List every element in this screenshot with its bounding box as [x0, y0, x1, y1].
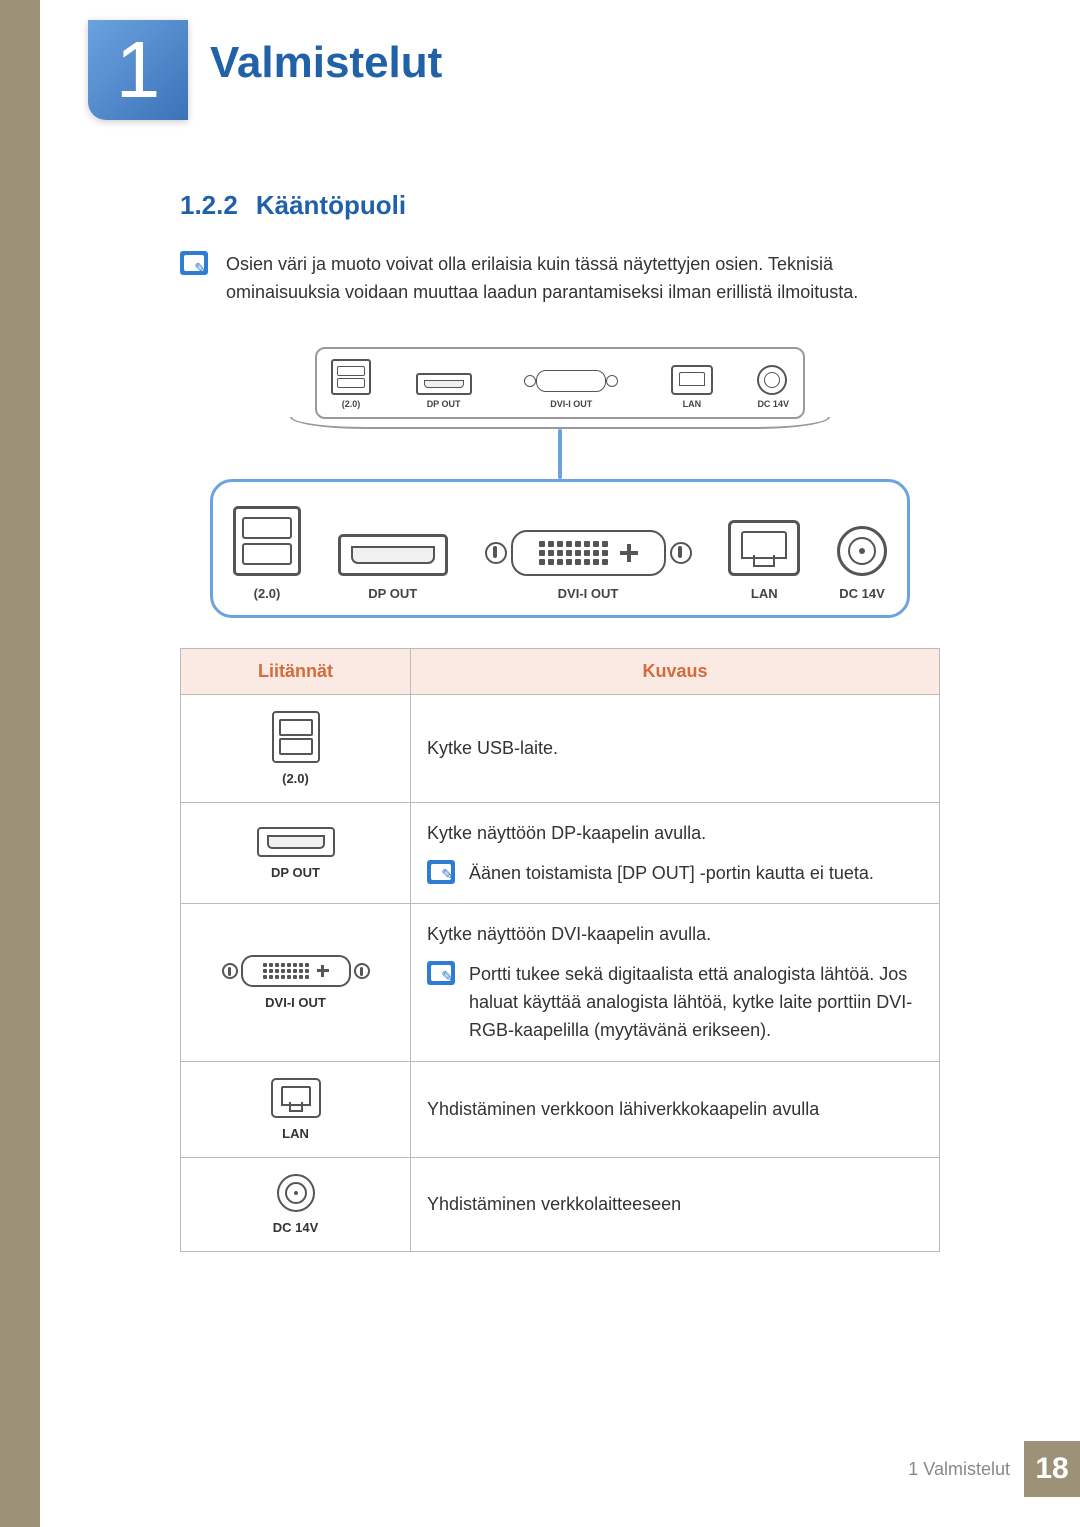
table-header-ports: Liitännät — [181, 648, 411, 694]
dp-port-icon — [338, 534, 448, 576]
dvi-port-icon — [485, 530, 692, 576]
table-row: DP OUT Kytke näyttöön DP-kaapelin avulla… — [181, 802, 940, 904]
lan-port-icon — [671, 365, 713, 395]
lan-port-icon — [728, 520, 800, 576]
dc-port-icon — [757, 365, 787, 395]
zoom-panel: (2.0) DP OUT DVI-I OUT LAN — [210, 479, 910, 618]
zoom-connector — [558, 429, 562, 479]
page-number: 18 — [1024, 1441, 1080, 1497]
note-icon — [427, 961, 455, 985]
dvi-port-icon — [516, 367, 626, 395]
dp-label: DP OUT — [338, 586, 448, 601]
port-description: Kytke USB-laite. — [411, 694, 940, 802]
section-title: Kääntöpuoli — [256, 190, 406, 220]
port-label: LAN — [197, 1126, 394, 1141]
section-heading: 1.2.2 Kääntöpuoli — [180, 190, 940, 221]
port-note: Äänen toistamista [DP OUT] -portin kautt… — [427, 860, 923, 888]
usb-label: (2.0) — [331, 399, 371, 409]
lan-port-icon — [271, 1078, 321, 1118]
port-label: DC 14V — [197, 1220, 394, 1235]
page-content: 1 Valmistelut 1.2.2 Kääntöpuoli Osien vär… — [40, 0, 1080, 1527]
note-icon — [427, 860, 455, 884]
chapter-title: Valmistelut — [210, 38, 442, 88]
section-body: 1.2.2 Kääntöpuoli Osien väri ja muoto voi… — [40, 130, 1080, 1252]
device-diagram: (2.0) DP OUT DVI-I OUT LAN DC 14V (2.0) … — [210, 347, 910, 618]
table-row: LAN Yhdistäminen verkkoon lähiverkkokaap… — [181, 1061, 940, 1157]
lan-label: LAN — [728, 586, 800, 601]
table-row: DVI-I OUT Kytke näyttöön DVI-kaapelin av… — [181, 904, 940, 1061]
port-description: Kytke näyttöön DP-kaapelin avulla. — [427, 819, 923, 848]
usb-port-icon — [331, 359, 371, 395]
dp-port-icon — [416, 373, 472, 395]
dvi-label: DVI-I OUT — [516, 399, 626, 409]
device-top-view: (2.0) DP OUT DVI-I OUT LAN DC 14V — [315, 347, 805, 419]
dvi-port-icon — [197, 955, 394, 987]
dc-port-icon — [837, 526, 887, 576]
port-description: Kytke näyttöön DVI-kaapelin avulla. — [427, 920, 923, 949]
port-note-text: Äänen toistamista [DP OUT] -portin kautt… — [469, 860, 874, 888]
dc-label: DC 14V — [757, 399, 789, 409]
table-header-desc: Kuvaus — [411, 648, 940, 694]
section-number: 1.2.2 — [180, 190, 238, 220]
usb-label: (2.0) — [233, 586, 301, 601]
port-description: Yhdistäminen verkkoon lähiverkkokaapelin… — [411, 1061, 940, 1157]
lan-label: LAN — [671, 399, 713, 409]
intro-note-text: Osien väri ja muoto voivat olla erilaisi… — [226, 251, 940, 307]
port-label: DVI-I OUT — [197, 995, 394, 1010]
page-footer: 1 Valmistelut 18 — [908, 1441, 1080, 1497]
port-label: (2.0) — [197, 771, 394, 786]
ports-table: Liitännät Kuvaus (2.0) Kytke USB-laite. … — [180, 648, 940, 1252]
port-label: DP OUT — [197, 865, 394, 880]
table-row: DC 14V Yhdistäminen verkkolaitteeseen — [181, 1157, 940, 1251]
port-note: Portti tukee sekä digitaalista että anal… — [427, 961, 923, 1045]
dc-label: DC 14V — [837, 586, 887, 601]
port-description: Yhdistäminen verkkolaitteeseen — [411, 1157, 940, 1251]
intro-note: Osien väri ja muoto voivat olla erilaisi… — [180, 251, 940, 307]
table-row: (2.0) Kytke USB-laite. — [181, 694, 940, 802]
footer-chapter-ref: 1 Valmistelut — [908, 1459, 1010, 1480]
dc-port-icon — [277, 1174, 315, 1212]
dp-label: DP OUT — [416, 399, 472, 409]
usb-port-icon — [272, 711, 320, 763]
dp-port-icon — [257, 827, 335, 857]
port-note-text: Portti tukee sekä digitaalista että anal… — [469, 961, 923, 1045]
sidebar-stripe — [0, 0, 40, 1527]
note-icon — [180, 251, 208, 275]
dvi-label: DVI-I OUT — [485, 586, 692, 601]
chapter-number-badge: 1 — [88, 20, 188, 120]
usb-port-icon — [233, 506, 301, 576]
chapter-header: 1 Valmistelut — [40, 0, 1080, 130]
